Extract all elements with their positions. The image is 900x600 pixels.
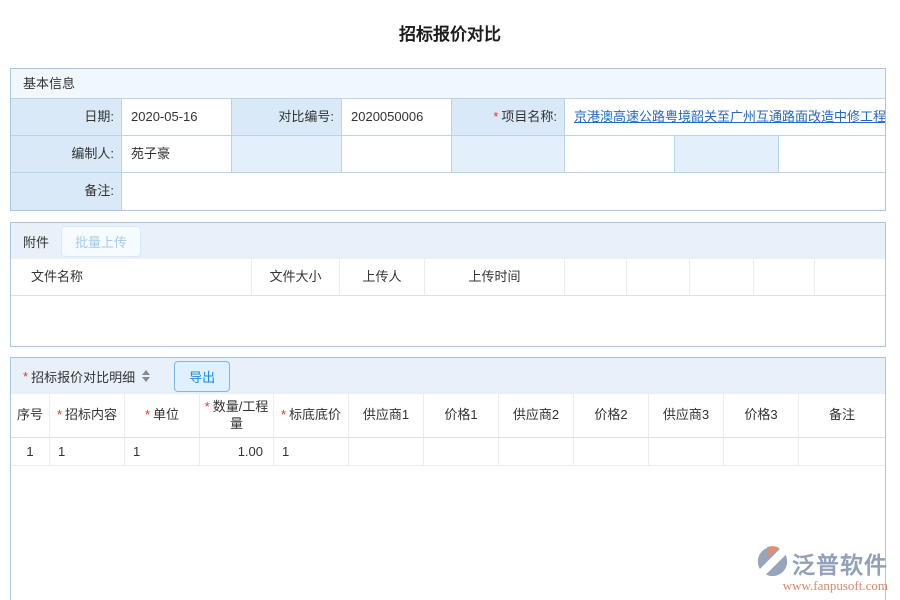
detail-header-price1: 价格1 [424,394,499,438]
detail-header-supplier2: 供应商2 [499,394,574,438]
required-asterisk: * [23,369,28,384]
vendor-logo-icon [756,545,789,581]
attachment-header-uploadtime: 上传时间 [425,259,565,296]
detail-header-price2: 价格2 [574,394,649,438]
page-title: 招标报价对比 [0,20,900,45]
empty-value-cell [565,136,675,173]
creator-label: 编制人: [11,136,122,173]
empty-value-cell [342,136,452,173]
attachment-header-filesize: 文件大小 [252,259,340,296]
required-asterisk: * [493,109,498,124]
attachment-header-empty [627,259,690,296]
date-label: 日期: [11,99,122,136]
creator-value: 苑子豪 [122,136,232,173]
detail-cell-content: 1 [50,438,125,466]
detail-cell-unit: 1 [125,438,200,466]
detail-cell-supplier2 [499,438,574,466]
detail-header-supplier3: 供应商3 [649,394,724,438]
detail-header-price3: 价格3 [724,394,799,438]
basic-info-section-title: 基本信息 [11,69,885,99]
detail-cell-supplier3 [649,438,724,466]
detail-cell-price1 [424,438,499,466]
attachments-section-title: 附件 [23,232,49,251]
detail-cell-baseprice: 1 [274,438,349,466]
attachments-table-header: 文件名称 文件大小 上传人 上传时间 [11,259,885,296]
vendor-watermark: 泛普软件 www.fanpusoft.com [756,545,888,594]
required-asterisk: * [281,407,286,422]
empty-label-cell [675,136,779,173]
date-value: 2020-05-16 [122,99,232,136]
detail-cell-supplier1 [349,438,424,466]
vendor-url-text: www.fanpusoft.com [783,578,888,594]
attachment-header-empty [815,259,885,296]
compare-no-label: 对比编号: [232,99,342,136]
attachment-header-empty [690,259,754,296]
detail-header-supplier1: 供应商1 [349,394,424,438]
project-name-cell: 京港澳高速公路粤境韶关至广州互通路面改造中修工程 [565,99,885,136]
compare-no-value: 2020050006 [342,99,452,136]
vendor-brand-text: 泛普软件 [792,546,888,580]
empty-label-cell [232,136,342,173]
required-asterisk: * [205,399,210,414]
project-name-link[interactable]: 京港澳高速公路粤境韶关至广州互通路面改造中修工程 [574,109,885,124]
detail-header-unit: *单位 [125,394,200,438]
attachment-header-filename: 文件名称 [11,259,252,296]
empty-label-cell [452,136,565,173]
required-asterisk: * [145,407,150,422]
detail-header-qty: *数量/工程量 [200,394,274,438]
attachments-section: 附件 批量上传 文件名称 文件大小 上传人 上传时间 [10,222,886,347]
remark-label: 备注: [11,173,122,210]
detail-cell-seq: 1 [11,438,50,466]
detail-cell-remark [799,438,885,466]
attachment-header-empty [565,259,627,296]
detail-bar: * 招标报价对比明细 导出 [11,358,885,394]
detail-header-baseprice: *标底底价 [274,394,349,438]
required-asterisk: * [57,407,62,422]
detail-section: * 招标报价对比明细 导出 序号 *招标内容 *单位 *数量/工程量 *标底底价… [10,357,886,600]
detail-header-remark: 备注 [799,394,885,438]
empty-value-cell [779,136,885,173]
detail-table-header: 序号 *招标内容 *单位 *数量/工程量 *标底底价 供应商1 价格1 供应商2… [11,394,885,466]
detail-header-seq: 序号 [11,394,50,438]
attachments-bar: 附件 批量上传 [11,223,885,259]
detail-cell-price2 [574,438,649,466]
batch-upload-button[interactable]: 批量上传 [61,226,141,257]
project-name-label-text: 项目名称: [501,109,557,124]
detail-cell-qty: 1.00 [200,438,274,466]
detail-cell-price3 [724,438,799,466]
project-name-label: *项目名称: [452,99,565,136]
detail-header-content: *招标内容 [50,394,125,438]
attachment-header-uploader: 上传人 [340,259,425,296]
sort-toggle-icon[interactable] [142,370,150,382]
export-button[interactable]: 导出 [174,361,230,392]
basic-info-grid: 日期: 2020-05-16 对比编号: 2020050006 *项目名称: 京… [11,99,885,210]
detail-section-title: 招标报价对比明细 [31,367,135,386]
basic-info-section: 基本信息 日期: 2020-05-16 对比编号: 2020050006 *项目… [10,68,886,211]
attachment-header-empty [754,259,815,296]
remark-value [122,173,885,210]
